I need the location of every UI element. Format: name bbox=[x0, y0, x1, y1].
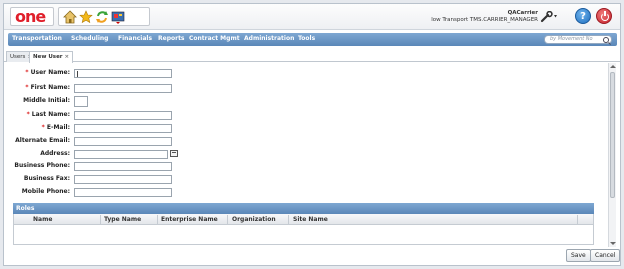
tab-strip: Users × New User× bbox=[4, 48, 620, 63]
col-site-name[interactable]: Site Name bbox=[293, 216, 328, 223]
column-divider[interactable] bbox=[227, 215, 228, 224]
logo-text: one bbox=[15, 7, 46, 26]
mobile-phone-label: Mobile Phone: bbox=[21, 188, 70, 195]
address-lookup-icon[interactable] bbox=[170, 150, 178, 157]
nav-tools[interactable]: Tools bbox=[298, 35, 315, 42]
star-icon[interactable] bbox=[79, 10, 93, 24]
nav-reports[interactable]: Reports bbox=[158, 35, 185, 42]
roles-grid-body bbox=[13, 225, 594, 245]
alternate-email-label: Alternate Email: bbox=[15, 137, 70, 144]
user-name: QACarrier bbox=[507, 10, 538, 16]
last-name-label: * Last Name: bbox=[26, 111, 70, 118]
close-icon[interactable]: × bbox=[65, 54, 70, 60]
wrench-icon[interactable] bbox=[540, 11, 558, 23]
middle-initial-field[interactable] bbox=[74, 96, 88, 107]
roles-panel-title: Roles bbox=[13, 203, 594, 214]
column-divider[interactable] bbox=[157, 215, 158, 224]
media-icon[interactable] bbox=[111, 10, 125, 24]
power-icon[interactable] bbox=[596, 8, 612, 24]
address-field[interactable] bbox=[74, 150, 168, 159]
scroll-up-icon[interactable] bbox=[610, 65, 616, 68]
user-info: QACarrier low Transport TMS.CARRIER_MANA… bbox=[431, 10, 538, 24]
tab-new-user[interactable]: New User × bbox=[29, 51, 74, 63]
cancel-button[interactable]: Cancel bbox=[590, 249, 621, 262]
first-name-label: * First Name: bbox=[25, 84, 70, 91]
nav-transportation[interactable]: Transportation bbox=[12, 35, 62, 42]
business-fax-label: Business Fax: bbox=[23, 175, 70, 182]
email-label: * E-Mail: bbox=[41, 124, 70, 131]
column-divider[interactable] bbox=[100, 215, 101, 224]
col-name[interactable]: Name bbox=[33, 216, 52, 223]
business-phone-field[interactable] bbox=[74, 162, 172, 171]
home-icon[interactable] bbox=[63, 10, 77, 24]
last-name-field[interactable] bbox=[74, 111, 172, 120]
text-cursor bbox=[77, 71, 78, 77]
nav-scheduling[interactable]: Scheduling bbox=[71, 35, 108, 42]
save-button[interactable]: Save bbox=[566, 249, 591, 262]
scroll-down-icon[interactable] bbox=[610, 242, 616, 245]
main-nav: Transportation Scheduling Financials Rep… bbox=[8, 33, 617, 46]
business-phone-label: Business Phone: bbox=[14, 162, 70, 169]
col-enterprise-name[interactable]: Enterprise Name bbox=[161, 216, 218, 223]
middle-initial-label: Middle Initial: bbox=[23, 97, 70, 104]
user-name-label: * User Name: bbox=[25, 69, 70, 76]
search-placeholder: by Movement No bbox=[550, 36, 593, 42]
roles-column-header: Name Type Name Enterprise Name Organizat… bbox=[13, 214, 594, 225]
column-divider[interactable] bbox=[288, 215, 289, 224]
vertical-scrollbar[interactable] bbox=[608, 63, 616, 247]
mobile-phone-field[interactable] bbox=[74, 188, 172, 197]
user-name-field[interactable] bbox=[74, 69, 172, 78]
one-logo[interactable]: one bbox=[10, 7, 54, 26]
tab-label: New User bbox=[33, 54, 63, 60]
app-header: one QACarrier low Transport TMS.CARRIER_… bbox=[4, 4, 620, 30]
nav-financials[interactable]: Financials bbox=[118, 35, 152, 42]
email-field[interactable] bbox=[74, 124, 172, 133]
search-icon[interactable] bbox=[603, 37, 609, 43]
col-type-name[interactable]: Type Name bbox=[104, 216, 141, 223]
first-name-field[interactable] bbox=[74, 84, 172, 93]
nav-contract-mgmt[interactable]: Contract Mgmt bbox=[189, 35, 240, 42]
column-divider[interactable] bbox=[577, 215, 578, 224]
app-window: one QACarrier low Transport TMS.CARRIER_… bbox=[3, 3, 621, 266]
quick-toolbar bbox=[58, 7, 150, 26]
user-org-role: low Transport TMS.CARRIER_MANAGER bbox=[431, 17, 538, 23]
alternate-email-field[interactable] bbox=[74, 137, 172, 146]
tab-label: Users bbox=[10, 54, 26, 60]
address-label: Address: bbox=[40, 150, 70, 157]
col-organization[interactable]: Organization bbox=[232, 216, 276, 223]
refresh-icon[interactable] bbox=[95, 10, 109, 24]
movement-search-input[interactable]: by Movement No bbox=[544, 35, 612, 44]
scroll-thumb[interactable] bbox=[610, 72, 615, 198]
nav-administration[interactable]: Administration bbox=[244, 35, 294, 42]
business-fax-field[interactable] bbox=[74, 175, 172, 184]
help-icon[interactable]: ? bbox=[575, 8, 591, 24]
